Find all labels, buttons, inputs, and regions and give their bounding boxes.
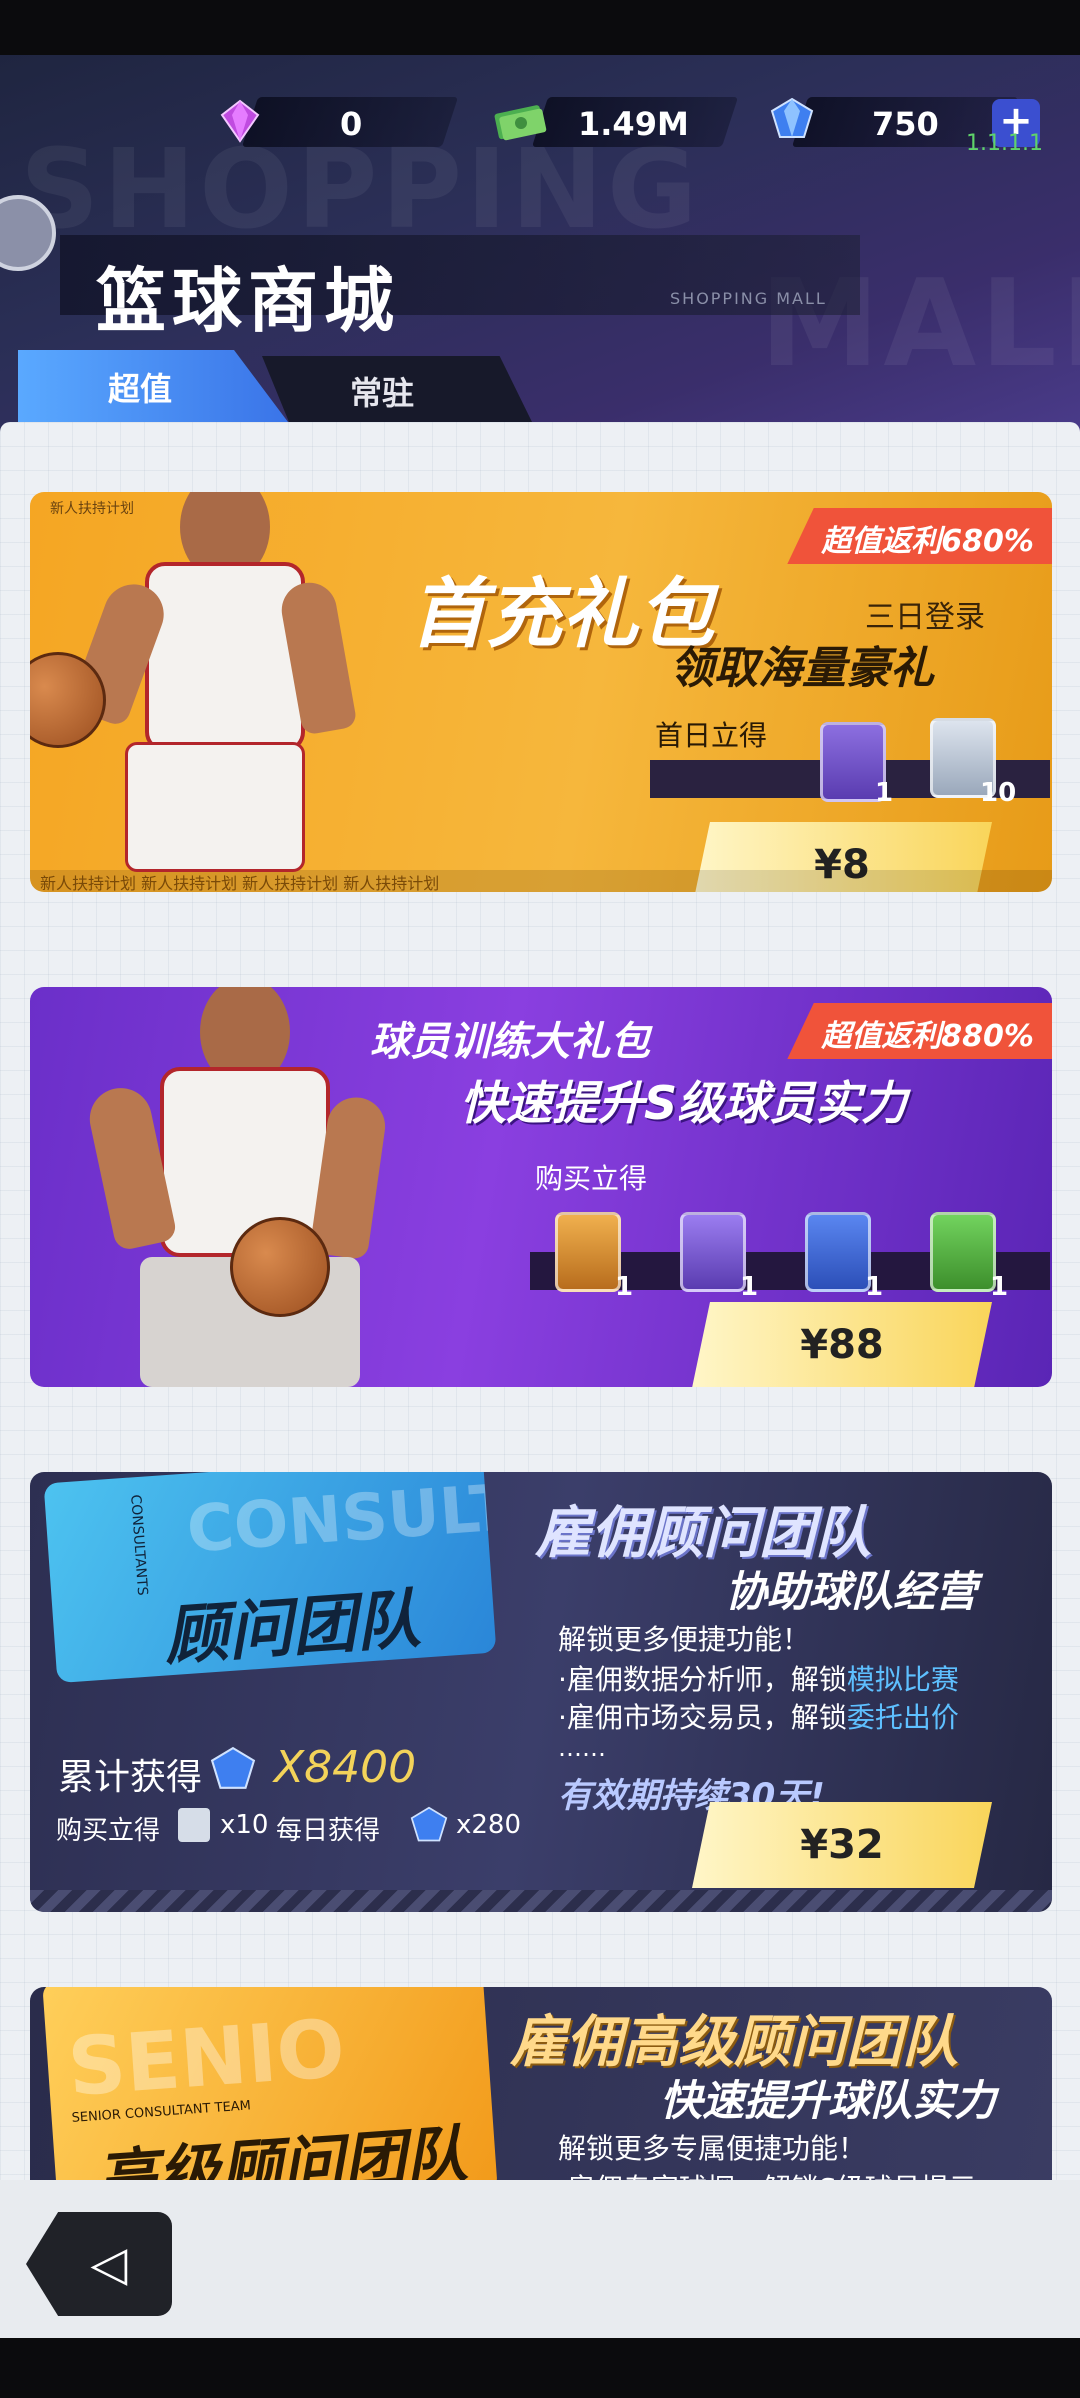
card-title: 雇佣高级顾问团队 (510, 2010, 958, 2075)
desc-line: ·雇佣数据分析师，解锁模拟比赛 (558, 1658, 959, 1698)
system-nav-bar (0, 2338, 1080, 2398)
rebate-badge: 超值返利880% (787, 1003, 1052, 1059)
daily-value: x280 (456, 1810, 522, 1840)
daily-label: 每日获得 (276, 1816, 381, 1846)
item-qty: 1 (740, 1272, 759, 1302)
card-subtitle: 快速提升球队实力 (660, 2076, 997, 2125)
card-title: 首充礼包 (410, 569, 714, 658)
buy-value: x10 (220, 1810, 269, 1840)
card-c-icon (930, 1212, 996, 1292)
page-title: 篮球商城 (96, 260, 400, 342)
total-label: 累计获得 (58, 1757, 203, 1798)
card-b-icon (805, 1212, 871, 1292)
blue-gem-icon (210, 1746, 256, 1789)
page-subtitle: SHOPPING MALL (670, 289, 827, 308)
purple-gem-icon (220, 99, 260, 143)
cash-icon (494, 105, 547, 141)
item-qty: 1 (990, 1272, 1009, 1302)
senior-ticket: SENIO SENIOR CONSULTANT TEAM 高级顾问团队 (42, 1987, 498, 2182)
card-a-icon (680, 1212, 746, 1292)
player-jersey (145, 562, 305, 752)
back-arrow-icon: ◁ (90, 2236, 128, 2292)
card-footer-strip (30, 1890, 1052, 1912)
back-button[interactable]: ◁ (26, 2212, 172, 2316)
senior-consultant-card[interactable]: SENIO SENIOR CONSULTANT TEAM 高级顾问团队 雇佣高级… (30, 1987, 1052, 2182)
purple-gem-count: 0 (340, 105, 363, 143)
basketball-icon (230, 1217, 330, 1317)
item-qty: 1 (875, 778, 894, 808)
card-tag: 新人扶持计划 (50, 501, 134, 517)
first-recharge-card[interactable]: 新人扶持计划 超值返利680% 首充礼包 三日登录 领取海量豪礼 首日立得 1 … (30, 492, 1052, 892)
card-line2: 领取海量豪礼 (670, 643, 934, 694)
card-subtitle: 协助球队经营 (725, 1567, 978, 1616)
instant-label: 购买立得 (535, 1162, 648, 1195)
blue-gem-icon (410, 1806, 448, 1842)
shop-list: 新人扶持计划 超值返利680% 首充礼包 三日登录 领取海量豪礼 首日立得 1 … (0, 422, 1080, 2182)
rebate-badge: 超值返利680% (787, 508, 1052, 564)
consultant-ticket: CONSULT CONSULTANTS 顾问团队 (43, 1472, 497, 1684)
ticket-bg-text: SENIO (64, 2001, 348, 2114)
bottom-bar: ◁ (0, 2180, 1080, 2338)
total-value: X8400 (274, 1742, 417, 1793)
desc-highlight: 委托出价 (846, 1701, 959, 1734)
card-subtitle: 快速提升S级球员实力 (460, 1076, 908, 1130)
consultant-card[interactable]: CONSULT CONSULTANTS 顾问团队 雇佣顾问团队 协助球队经营 解… (30, 1472, 1052, 1912)
card-title: 球员训练大礼包 (370, 1019, 650, 1065)
ticket-bg-text: CONSULT (184, 1472, 497, 1568)
item-qty: 1 (615, 1272, 634, 1302)
ticket-label: 顾问团队 (162, 1582, 423, 1675)
contract-icon (178, 1808, 210, 1842)
buy-button[interactable]: ¥88 (692, 1302, 992, 1387)
buy-label: 购买立得 (56, 1816, 161, 1846)
player-shorts (125, 742, 305, 872)
buy-button[interactable]: ¥32 (692, 1802, 992, 1888)
desc-head: 解锁更多便捷功能！ (558, 1623, 811, 1656)
cash-count: 1.49M (578, 105, 689, 143)
tab-permanent[interactable]: 常驻 (262, 356, 532, 422)
desc-text: ·雇佣市场交易员，解锁 (558, 1701, 847, 1734)
desc-text: ·雇佣数据分析师，解锁 (558, 1663, 847, 1696)
card-s-icon (555, 1212, 621, 1292)
item-qty: 1 (865, 1272, 884, 1302)
status-bar (0, 0, 1080, 55)
card-line1: 三日登录 (865, 600, 985, 635)
desc-highlight: 模拟比赛 (846, 1663, 959, 1696)
player-training-card[interactable]: 超值返利880% 球员训练大礼包 快速提升S级球员实力 购买立得 1 1 1 1… (30, 987, 1052, 1387)
blue-gem-count: 750 (872, 105, 939, 143)
desc-head: 解锁更多专属便捷功能！ (558, 2132, 867, 2165)
blue-gem-icon (770, 97, 814, 138)
version-label: 1.1.1.1 (966, 131, 1043, 156)
desc-ellipsis: …… (558, 1734, 606, 1762)
ticket-small-text: CONSULTANTS (127, 1494, 151, 1597)
card-title: 雇佣顾问团队 (535, 1501, 871, 1566)
instant-label: 首日立得 (655, 719, 768, 752)
card-footer-strip: 新人扶持计划 新人扶持计划 新人扶持计划 新人扶持计划 (30, 870, 1052, 892)
desc-line: ·雇佣市场交易员，解锁委托出价 (558, 1696, 959, 1736)
item-qty: 10 (980, 778, 1017, 808)
